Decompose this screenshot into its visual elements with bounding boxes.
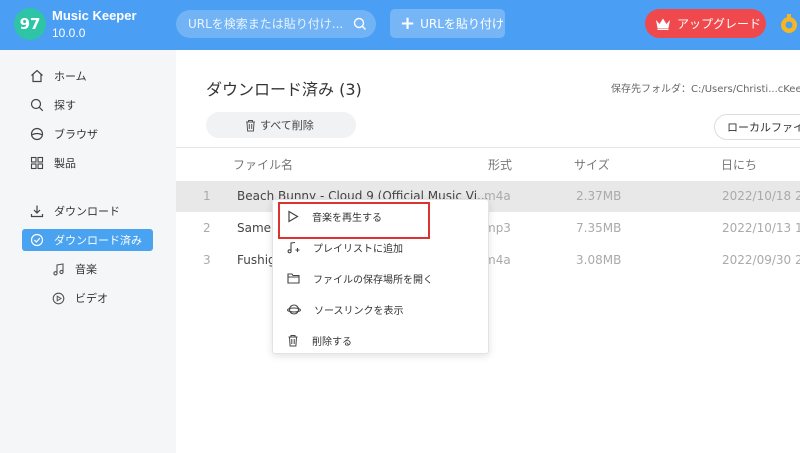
menu-item-open-folder[interactable]: ファイルの保存場所を開く xyxy=(273,264,488,292)
sidebar-item-label: ホーム xyxy=(54,70,87,83)
app-header: 97 Music Keeper 10.0.0 + URLを貼り付け アップグレー… xyxy=(0,0,800,50)
sidebar-item-download[interactable]: ダウンロード xyxy=(22,200,120,222)
menu-item-label: ソースリンクを表示 xyxy=(314,305,404,317)
row-size: 7.35MB xyxy=(576,221,622,235)
paste-url-label: URLを貼り付け xyxy=(420,17,504,31)
sidebar-subitem-label: 音楽 xyxy=(75,263,97,276)
search-box[interactable] xyxy=(176,10,376,38)
sidebar-item-label: ダウンロード xyxy=(54,205,120,218)
menu-item-label: プレイリストに追加 xyxy=(313,243,403,255)
search-icon xyxy=(30,98,44,112)
search-icon[interactable] xyxy=(352,16,368,32)
sidebar-subitem-video[interactable]: ビデオ xyxy=(44,288,108,308)
app-version: 10.0.0 xyxy=(52,26,86,40)
menu-item-delete[interactable]: 削除する xyxy=(273,326,488,354)
trash-icon xyxy=(288,334,298,346)
row-index: 1 xyxy=(203,189,211,203)
menu-item-label: 削除する xyxy=(312,336,352,348)
row-date: 2022/10/18 2 xyxy=(722,189,800,203)
app-logo: 97 xyxy=(14,8,46,40)
delete-all-label: すべて削除 xyxy=(260,119,314,132)
highlight-box xyxy=(278,202,430,239)
search-input[interactable] xyxy=(188,10,348,38)
row-size: 2.37MB xyxy=(576,189,622,203)
local-file-button[interactable]: ローカルファイル xyxy=(714,114,800,140)
logo-text: 97 xyxy=(19,15,41,33)
crown-icon xyxy=(656,18,670,30)
paste-url-button[interactable]: + URLを貼り付け xyxy=(390,9,505,38)
sidebar-subitem-music[interactable]: 音楽 xyxy=(44,259,97,279)
upgrade-button[interactable]: アップグレード xyxy=(645,9,766,38)
plus-icon: + xyxy=(400,12,416,34)
upgrade-label: アップグレード xyxy=(677,17,762,31)
sidebar-item-browser[interactable]: ブラウザ xyxy=(22,123,98,145)
delete-all-button[interactable]: すべて削除 xyxy=(206,112,356,138)
row-filename: Same xyxy=(237,221,272,235)
browser-icon xyxy=(30,127,44,141)
folder-icon xyxy=(287,273,300,284)
check-circle-icon xyxy=(30,233,44,247)
app-name: Music Keeper xyxy=(52,8,137,23)
download-icon xyxy=(30,205,44,218)
menu-item-show-source-link[interactable]: ソースリンクを表示 xyxy=(273,295,488,323)
link-planet-icon xyxy=(287,303,301,315)
gift-icon[interactable] xyxy=(778,12,800,36)
local-file-label: ローカルファイル xyxy=(727,121,800,134)
sidebar-item-search[interactable]: 探す xyxy=(22,94,76,116)
table-divider xyxy=(176,147,800,148)
sidebar-item-label: ブラウザ xyxy=(54,128,98,141)
grid-icon xyxy=(30,156,44,170)
menu-item-label: ファイルの保存場所を開く xyxy=(313,274,433,286)
column-header-format[interactable]: 形式 xyxy=(488,156,512,173)
sidebar-subitem-label: ビデオ xyxy=(75,292,108,305)
music-note-icon xyxy=(53,262,64,275)
sidebar-item-label: 製品 xyxy=(54,157,76,170)
column-header-filename[interactable]: ファイル名 xyxy=(233,156,293,173)
home-icon xyxy=(31,69,43,83)
sidebar-item-downloaded[interactable]: ダウンロード済み xyxy=(22,229,153,251)
playlist-add-icon xyxy=(287,241,300,253)
save-folder-path[interactable]: 保存先フォルダ：C:/Users/Christi...cKeep xyxy=(611,80,800,95)
row-filename: Fushig xyxy=(237,253,276,267)
row-date: 2022/10/13 12 xyxy=(722,221,800,235)
page-title: ダウンロード済み (3) xyxy=(206,80,362,99)
row-index: 2 xyxy=(203,221,211,235)
sidebar-item-home[interactable]: ホーム xyxy=(22,65,87,87)
trash-icon xyxy=(246,119,255,131)
sidebar-item-label: ダウンロード済み xyxy=(54,234,142,247)
play-circle-icon xyxy=(52,292,65,304)
row-index: 3 xyxy=(203,253,211,267)
row-size: 3.08MB xyxy=(576,253,622,267)
sidebar-item-label: 探す xyxy=(54,99,76,112)
sidebar-item-products[interactable]: 製品 xyxy=(22,152,76,174)
column-header-size[interactable]: サイズ xyxy=(574,156,610,173)
column-header-date[interactable]: 日にち xyxy=(721,156,757,173)
row-date: 2022/09/30 2 xyxy=(722,253,800,267)
